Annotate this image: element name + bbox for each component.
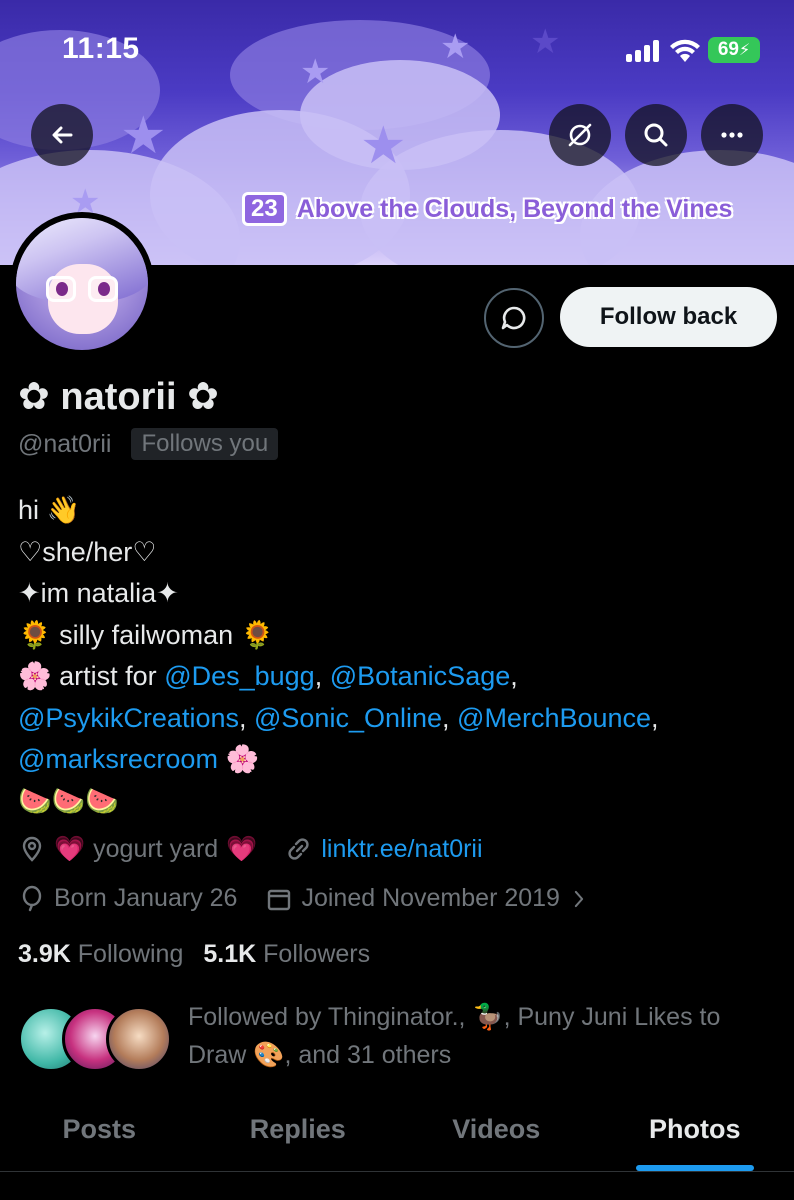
followed-by-suffix: , and 31 others bbox=[284, 1041, 452, 1069]
following-count: 3.9K bbox=[18, 940, 71, 968]
location: 💗 yogurt yard 💗 bbox=[18, 834, 257, 864]
followers-you-know[interactable]: Followed by Thinginator., 🦆, Puny Juni L… bbox=[18, 998, 778, 1078]
search-button[interactable] bbox=[625, 104, 687, 166]
wifi-icon bbox=[670, 39, 700, 62]
mention-link[interactable]: @PsykikCreations bbox=[18, 703, 239, 733]
tab-photos[interactable]: Photos bbox=[596, 1100, 794, 1171]
avatar bbox=[106, 1006, 172, 1072]
bio-line: 🌻 silly failwoman 🌻 bbox=[18, 615, 778, 657]
mention-link[interactable]: @BotanicSage bbox=[330, 661, 511, 691]
website[interactable]: linktr.ee/nat0rii bbox=[285, 835, 483, 864]
bio-line: 🌸 artist for @Des_bugg, @BotanicSage, bbox=[18, 661, 518, 692]
pink-heart-emoji: 💗 bbox=[226, 834, 258, 863]
bio-line: @marksrecroom 🌸 bbox=[18, 739, 778, 781]
star-icon: ★ bbox=[360, 117, 407, 175]
location-text: yogurt yard bbox=[93, 834, 219, 863]
bio-text: hi bbox=[18, 495, 40, 525]
watermelon-emojis: 🍉🍉🍉 bbox=[18, 785, 119, 817]
following-label: Following bbox=[77, 940, 184, 968]
followers-label: Followers bbox=[263, 940, 371, 968]
cherry-blossom-emoji: 🌸 bbox=[225, 744, 260, 775]
user-handle: @nat0rii bbox=[18, 429, 112, 458]
more-options-button[interactable] bbox=[701, 104, 763, 166]
cellular-signal-icon bbox=[626, 40, 662, 62]
palette-emoji: 🎨 bbox=[253, 1040, 285, 1069]
pink-heart-emoji: 💗 bbox=[54, 834, 86, 863]
episode-number: 23 bbox=[242, 192, 287, 226]
followers-count: 5.1K bbox=[203, 940, 257, 968]
sunflower-emoji: 🌻 bbox=[240, 619, 275, 651]
chevron-right-icon bbox=[574, 890, 584, 907]
star-icon: ★ bbox=[120, 107, 167, 165]
battery-indicator: 69⚡ bbox=[708, 37, 760, 63]
message-button[interactable] bbox=[484, 288, 544, 348]
display-name: ✿ natorii ✿ bbox=[18, 376, 219, 418]
cherry-blossom-emoji: 🌸 bbox=[18, 661, 52, 692]
handle-row: @nat0rii Follows you bbox=[18, 428, 279, 460]
avatar-image bbox=[16, 218, 148, 350]
tab-replies[interactable]: Replies bbox=[199, 1100, 398, 1171]
followed-by-text: Followed by Thinginator., 🦆, Puny Juni L… bbox=[188, 998, 778, 1074]
search-icon bbox=[644, 123, 668, 147]
website-link[interactable]: linktr.ee/nat0rii bbox=[321, 835, 482, 864]
profile-meta-row: Born January 26 Joined November 2019 bbox=[18, 884, 590, 913]
bio-line: ✦im natalia✦ bbox=[18, 578, 179, 608]
bio-line: @PsykikCreations, @Sonic_Online, @MerchB… bbox=[18, 702, 659, 733]
status-time: 11:15 bbox=[62, 32, 140, 65]
profile-bio: hi 👋 ♡she/her♡ ✦im natalia✦ 🌻 silly fail… bbox=[18, 490, 778, 822]
sunflower-emoji: 🌻 bbox=[18, 619, 52, 651]
grok-button[interactable] bbox=[549, 104, 611, 166]
back-arrow-icon bbox=[52, 126, 73, 144]
charging-bolt-icon: ⚡ bbox=[738, 42, 751, 59]
balloon-icon bbox=[22, 885, 42, 911]
profile-tabs: Posts Replies Videos Photos bbox=[0, 1100, 794, 1172]
bio-text: artist for bbox=[59, 661, 157, 691]
banner-episode-tag: 23 Above the Clouds, Beyond the Vines bbox=[242, 192, 732, 226]
more-horizontal-icon bbox=[721, 132, 743, 138]
tab-videos[interactable]: Videos bbox=[397, 1100, 596, 1171]
bio-line: hi 👋 bbox=[18, 490, 778, 532]
birthday-text: Born January 26 bbox=[54, 884, 238, 912]
followers-count-link[interactable]: 5.1K Followers bbox=[203, 940, 370, 969]
waving-hand-emoji: 👋 bbox=[46, 495, 81, 526]
location-pin-icon bbox=[22, 836, 42, 862]
tab-posts[interactable]: Posts bbox=[0, 1100, 199, 1171]
following-count-link[interactable]: 3.9K Following bbox=[18, 940, 183, 969]
grok-icon bbox=[568, 123, 592, 147]
followed-by-prefix: Followed by Thinginator., bbox=[188, 1003, 466, 1031]
back-button[interactable] bbox=[31, 104, 93, 166]
status-bar: 11:15 69⚡ bbox=[0, 30, 794, 70]
follow-counts: 3.9K Following 5.1K Followers bbox=[18, 940, 370, 969]
calendar-icon bbox=[268, 889, 291, 910]
profile-meta-row: 💗 yogurt yard 💗 linktr.ee/nat0rii bbox=[18, 834, 483, 864]
bio-text: silly failwoman bbox=[59, 619, 234, 650]
mention-link[interactable]: @Sonic_Online bbox=[254, 703, 442, 733]
bio-line: ♡she/her♡ bbox=[18, 536, 157, 567]
avatar[interactable] bbox=[10, 212, 154, 356]
follow-back-button[interactable]: Follow back bbox=[560, 287, 777, 347]
joined-date[interactable]: Joined November 2019 bbox=[265, 884, 590, 913]
joined-text: Joined November 2019 bbox=[301, 884, 560, 912]
mention-link[interactable]: @Des_bugg bbox=[164, 661, 315, 691]
duck-emoji: 🦆 bbox=[472, 1002, 504, 1031]
mention-link[interactable]: @MerchBounce bbox=[457, 703, 651, 733]
link-icon bbox=[288, 838, 309, 860]
battery-level: 69 bbox=[717, 39, 739, 60]
message-bubble-icon bbox=[501, 306, 526, 330]
followed-by-avatars bbox=[18, 1006, 178, 1072]
follows-you-badge: Follows you bbox=[131, 428, 279, 460]
birthday: Born January 26 bbox=[18, 884, 237, 913]
episode-title: Above the Clouds, Beyond the Vines bbox=[296, 194, 733, 223]
mention-link[interactable]: @marksrecroom bbox=[18, 744, 218, 774]
